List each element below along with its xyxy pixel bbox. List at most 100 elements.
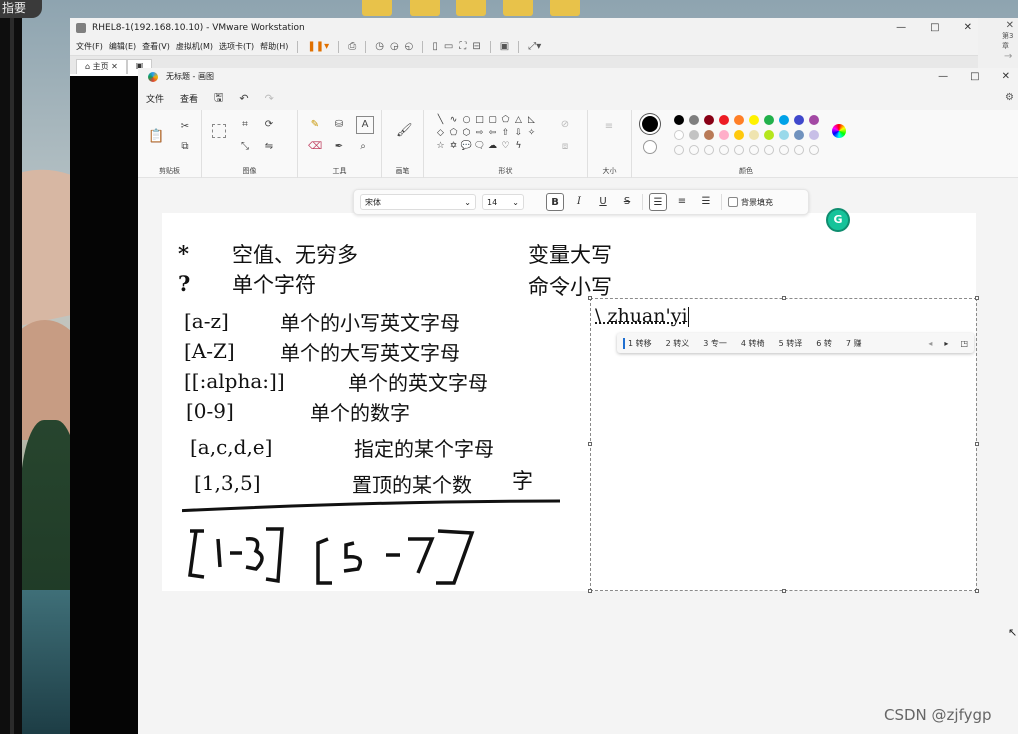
ime-expand-icon[interactable]: ◳ bbox=[960, 339, 968, 348]
menu-vm[interactable]: 虚拟机(M) bbox=[176, 41, 213, 52]
maximize-button[interactable]: □ bbox=[930, 18, 939, 38]
resize-handle[interactable] bbox=[975, 296, 979, 300]
console-view-icon[interactable]: ▣ bbox=[500, 41, 509, 52]
right-triangle-shape-icon[interactable]: ◺ bbox=[525, 114, 538, 127]
color-swatch[interactable] bbox=[719, 115, 729, 125]
crop-icon[interactable]: ⌗ bbox=[238, 118, 252, 132]
select-icon[interactable] bbox=[212, 124, 226, 138]
triangle-shape-icon[interactable]: △ bbox=[512, 114, 525, 127]
custom-color-slot[interactable] bbox=[704, 145, 714, 155]
curve-shape-icon[interactable]: ∿ bbox=[447, 114, 460, 127]
color-picker-icon[interactable]: ✒ bbox=[332, 140, 346, 154]
resize-handle[interactable] bbox=[975, 442, 979, 446]
bold-button[interactable]: B bbox=[546, 193, 564, 211]
ime-next-icon[interactable]: ▸ bbox=[944, 339, 948, 348]
color-swatch[interactable] bbox=[749, 130, 759, 140]
ime-candidate[interactable]: 5 转译 bbox=[779, 338, 803, 349]
fullscreen-icon[interactable]: ⛶ bbox=[459, 41, 466, 52]
resize-handle[interactable] bbox=[588, 296, 592, 300]
color-swatch[interactable] bbox=[689, 130, 699, 140]
color-swatch[interactable] bbox=[734, 130, 744, 140]
line-shape-icon[interactable]: ╲ bbox=[434, 114, 447, 127]
flip-icon[interactable]: ⇋ bbox=[262, 140, 276, 154]
diamond-shape-icon[interactable]: ◇ bbox=[434, 127, 447, 140]
align-center-icon[interactable]: ≡ bbox=[673, 193, 691, 211]
folder-icon[interactable] bbox=[456, 0, 486, 16]
color-2-swatch[interactable] bbox=[643, 140, 657, 154]
color-swatch[interactable] bbox=[704, 130, 714, 140]
corner-tab[interactable]: 指要 bbox=[0, 0, 42, 18]
text-icon[interactable]: A bbox=[356, 116, 374, 134]
pentagon-shape-icon[interactable]: ⬠ bbox=[447, 127, 460, 140]
eraser-icon[interactable]: ⌫ bbox=[308, 140, 322, 154]
custom-color-slot[interactable] bbox=[689, 145, 699, 155]
color-swatch[interactable] bbox=[764, 130, 774, 140]
heart-shape-icon[interactable]: ♡ bbox=[499, 140, 512, 153]
rounded-rectangle-shape-icon[interactable]: ▢ bbox=[486, 114, 499, 127]
ime-candidate[interactable]: 4 转椅 bbox=[741, 338, 765, 349]
pencil-icon[interactable]: ✎ bbox=[308, 118, 322, 132]
color-swatch[interactable] bbox=[689, 115, 699, 125]
fill-shape-icon[interactable]: ⧈ bbox=[558, 140, 572, 154]
italic-button[interactable]: I bbox=[570, 193, 588, 211]
rectangle-shape-icon[interactable]: □ bbox=[473, 114, 486, 127]
custom-color-slot[interactable] bbox=[674, 145, 684, 155]
strikethrough-button[interactable]: S bbox=[618, 193, 636, 211]
custom-color-slot[interactable] bbox=[719, 145, 729, 155]
snapshot-manager-icon[interactable]: ◵ bbox=[405, 41, 414, 52]
send-keys-icon[interactable]: ⎙ bbox=[348, 41, 356, 52]
callout-oval-shape-icon[interactable]: 🗨 bbox=[473, 140, 486, 153]
close-button[interactable]: ✕ bbox=[964, 18, 972, 38]
align-right-icon[interactable]: ☰ bbox=[697, 193, 715, 211]
grammarly-icon[interactable]: G bbox=[826, 208, 850, 232]
color-1-swatch[interactable] bbox=[642, 116, 658, 132]
color-swatch[interactable] bbox=[674, 115, 684, 125]
font-family-select[interactable]: 宋体 ⌄ bbox=[360, 194, 476, 210]
cut-icon[interactable]: ✂ bbox=[178, 120, 192, 134]
custom-color-slot[interactable] bbox=[794, 145, 804, 155]
settings-gear-icon[interactable]: ⚙ bbox=[1005, 92, 1014, 103]
up-arrow-shape-icon[interactable]: ⇧ bbox=[499, 127, 512, 140]
revert-snapshot-icon[interactable]: ◶ bbox=[390, 41, 399, 52]
color-swatch[interactable] bbox=[704, 115, 714, 125]
color-swatch[interactable] bbox=[779, 130, 789, 140]
resize-handle[interactable] bbox=[975, 589, 979, 593]
down-arrow-shape-icon[interactable]: ⇩ bbox=[512, 127, 525, 140]
six-point-star-shape-icon[interactable]: ✡ bbox=[447, 140, 460, 153]
redo-icon[interactable]: ↷ bbox=[265, 92, 274, 105]
ime-candidate[interactable]: 3 专一 bbox=[703, 338, 727, 349]
ime-candidate[interactable]: 6 转 bbox=[816, 338, 832, 349]
callout-rect-shape-icon[interactable]: 💬 bbox=[460, 140, 473, 153]
side-window-peek[interactable]: ✕ 第3章 → bbox=[978, 18, 1018, 68]
oval-shape-icon[interactable]: ○ bbox=[460, 114, 473, 127]
polygon-shape-icon[interactable]: ⬠ bbox=[499, 114, 512, 127]
underline-button[interactable]: U bbox=[594, 193, 612, 211]
menu-view[interactable]: 查看 bbox=[180, 92, 198, 105]
minimize-button[interactable]: — bbox=[938, 68, 948, 86]
custom-color-slot[interactable] bbox=[809, 145, 819, 155]
thumbnail-icon[interactable]: ▭ bbox=[444, 41, 453, 52]
custom-color-slot[interactable] bbox=[749, 145, 759, 155]
menu-tabs[interactable]: 选项卡(T) bbox=[219, 41, 254, 52]
close-icon[interactable]: ✕ bbox=[978, 18, 1018, 31]
rotate-icon[interactable]: ⟳ bbox=[262, 118, 276, 132]
color-swatch[interactable] bbox=[764, 115, 774, 125]
color-swatch[interactable] bbox=[794, 130, 804, 140]
ime-candidate[interactable]: 1 转移 bbox=[623, 337, 652, 349]
callout-cloud-shape-icon[interactable]: ☁ bbox=[486, 140, 499, 153]
resize-handle[interactable] bbox=[782, 589, 786, 593]
background-fill-toggle[interactable]: 背景填充 bbox=[728, 197, 773, 208]
outline-icon[interactable]: ⊘ bbox=[558, 118, 572, 132]
folder-icon[interactable] bbox=[503, 0, 533, 16]
font-size-select[interactable]: 14 ⌄ bbox=[482, 194, 524, 210]
custom-color-slot[interactable] bbox=[734, 145, 744, 155]
resize-handle[interactable] bbox=[588, 442, 592, 446]
custom-color-slot[interactable] bbox=[764, 145, 774, 155]
lightning-shape-icon[interactable]: ϟ bbox=[512, 140, 525, 153]
color-swatch[interactable] bbox=[734, 115, 744, 125]
text-input-box[interactable]: \ zhuan'yi 1 转移 2 转义 3 专一 4 转椅 5 转译 6 转 … bbox=[588, 296, 979, 593]
ime-candidate[interactable]: 7 赚 bbox=[846, 338, 862, 349]
tab-home[interactable]: ⌂ 主页 ✕ bbox=[76, 59, 127, 74]
save-icon[interactable]: 🖫 bbox=[214, 89, 223, 108]
fill-icon[interactable]: ⛁ bbox=[332, 118, 346, 132]
